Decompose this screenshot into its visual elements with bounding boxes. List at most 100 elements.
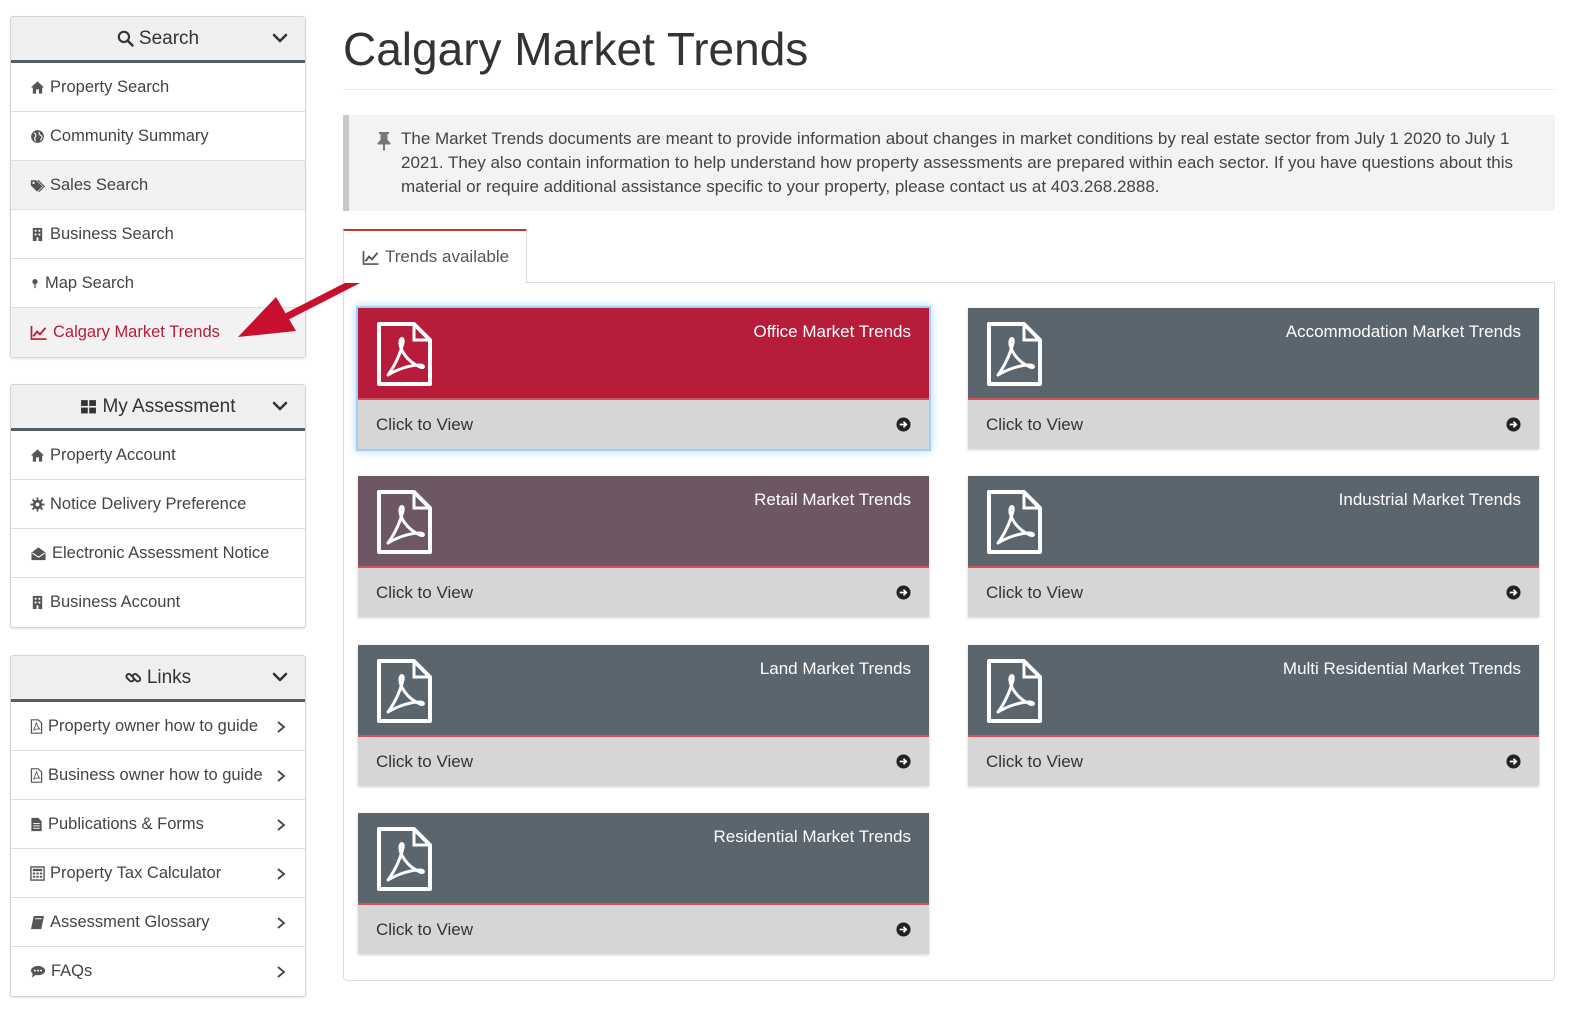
nav-electronic-assessment-notice[interactable]: Electronic Assessment Notice — [11, 529, 305, 578]
pdf-icon — [377, 322, 432, 386]
pdf-file-icon — [30, 767, 43, 783]
nav-property-account[interactable]: Property Account — [11, 431, 305, 480]
comments-icon — [30, 965, 46, 978]
search-panel-title: Search — [138, 27, 200, 49]
links-panel-title: Links — [146, 666, 192, 688]
nav-label: Property Search — [50, 77, 170, 96]
arrow-circle-right-icon — [896, 754, 911, 769]
arrow-circle-right-icon — [1506, 417, 1521, 432]
card-title: Residential Market Trends — [713, 827, 911, 846]
links-panel: Links Property owner how to guide Busine… — [10, 655, 306, 997]
arrow-circle-right-icon — [1506, 585, 1521, 600]
search-icon — [117, 30, 134, 47]
link-business-owner-guide[interactable]: Business owner how to guide — [11, 751, 305, 800]
card-accommodation-market-trends[interactable]: Accommodation Market Trends Click to Vie… — [968, 308, 1539, 449]
card-action-label: Click to View — [986, 582, 1083, 602]
nav-business-account[interactable]: Business Account — [11, 578, 305, 627]
link-assessment-glossary[interactable]: Assessment Glossary — [11, 898, 305, 947]
nav-property-search[interactable]: Property Search — [11, 63, 305, 112]
search-panel-header[interactable]: Search — [11, 17, 305, 63]
dashboard-icon — [81, 400, 97, 414]
card-title: Multi Residential Market Trends — [1282, 659, 1521, 678]
arrow-circle-right-icon — [1506, 754, 1521, 769]
pdf-icon — [377, 827, 432, 891]
link-icon — [125, 673, 141, 683]
nav-label: Property Account — [50, 445, 176, 464]
card-action-label: Click to View — [376, 414, 473, 434]
globe-icon — [31, 129, 44, 143]
card-title: Retail Market Trends — [754, 490, 911, 509]
link-property-tax-calculator[interactable]: Property Tax Calculator — [11, 849, 305, 898]
card-residential-market-trends[interactable]: Residential Market Trends Click to View — [358, 813, 929, 954]
arrow-circle-right-icon — [896, 922, 911, 937]
map-pin-icon — [32, 278, 38, 288]
arrow-circle-right-icon — [896, 585, 911, 600]
chevron-right-icon — [277, 721, 286, 733]
card-land-market-trends[interactable]: Land Market Trends Click to View — [358, 645, 929, 786]
assessment-panel-title: My Assessment — [102, 395, 236, 417]
nav-label: Notice Delivery Preference — [50, 494, 247, 513]
building-icon — [32, 227, 43, 241]
arrow-circle-right-icon — [896, 417, 911, 432]
card-header: Office Market Trends — [358, 308, 929, 400]
envelope-open-icon — [31, 546, 46, 560]
chevron-down-icon[interactable] — [271, 397, 289, 415]
tab-label: Trends available — [385, 247, 510, 266]
link-publications-forms[interactable]: Publications & Forms — [11, 800, 305, 849]
pdf-icon — [987, 322, 1042, 386]
card-industrial-market-trends[interactable]: Industrial Market Trends Click to View — [968, 476, 1539, 617]
nav-label: Property Tax Calculator — [50, 863, 222, 882]
nav-sales-search[interactable]: Sales Search — [11, 161, 305, 210]
card-header: Residential Market Trends — [358, 813, 929, 905]
line-chart-icon — [30, 325, 47, 340]
nav-label: Community Summary — [50, 126, 209, 145]
links-panel-header[interactable]: Links — [11, 656, 305, 702]
nav-label: Calgary Market Trends — [53, 323, 220, 341]
card-action-label: Click to View — [986, 414, 1083, 434]
card-header: Accommodation Market Trends — [968, 308, 1539, 400]
card-action-label: Click to View — [376, 582, 473, 602]
card-footer[interactable]: Click to View — [968, 737, 1539, 786]
link-faqs[interactable]: FAQs — [11, 947, 305, 996]
book-icon — [30, 915, 45, 929]
card-footer[interactable]: Click to View — [358, 737, 929, 786]
nav-label: Business owner how to guide — [48, 765, 263, 784]
link-property-owner-guide[interactable]: Property owner how to guide — [11, 702, 305, 751]
card-action-label: Click to View — [376, 919, 473, 939]
nav-map-search[interactable]: Map Search — [11, 259, 305, 308]
notice-text: The Market Trends documents are meant to… — [401, 129, 1513, 196]
card-footer[interactable]: Click to View — [968, 568, 1539, 617]
nav-label: Business Search — [50, 224, 174, 243]
card-footer[interactable]: Click to View — [358, 568, 929, 617]
chevron-right-icon — [277, 966, 286, 978]
chevron-right-icon — [277, 868, 286, 880]
nav-business-search[interactable]: Business Search — [11, 210, 305, 259]
pdf-icon — [377, 659, 432, 723]
info-notice: The Market Trends documents are meant to… — [343, 115, 1555, 211]
card-footer[interactable]: Click to View — [358, 400, 929, 449]
title-divider — [343, 89, 1555, 90]
assessment-panel-header[interactable]: My Assessment — [11, 385, 305, 431]
card-header: Industrial Market Trends — [968, 476, 1539, 568]
card-footer[interactable]: Click to View — [968, 400, 1539, 449]
card-action-label: Click to View — [376, 751, 473, 771]
nav-notice-delivery-preference[interactable]: Notice Delivery Preference — [11, 480, 305, 529]
card-footer[interactable]: Click to View — [358, 905, 929, 954]
pdf-icon — [377, 490, 432, 554]
chevron-down-icon[interactable] — [271, 29, 289, 47]
search-panel: Search Property Search Community Summary… — [10, 16, 306, 358]
tags-icon — [30, 179, 45, 192]
card-title: Industrial Market Trends — [1338, 490, 1521, 509]
card-retail-market-trends[interactable]: Retail Market Trends Click to View — [358, 476, 929, 617]
pdf-file-icon — [30, 718, 43, 734]
nav-calgary-market-trends[interactable]: Calgary Market Trends — [11, 308, 305, 357]
chevron-right-icon — [277, 917, 286, 929]
card-multi-residential-market-trends[interactable]: Multi Residential Market Trends Click to… — [968, 645, 1539, 786]
nav-community-summary[interactable]: Community Summary — [11, 112, 305, 161]
chevron-down-icon[interactable] — [271, 668, 289, 686]
calculator-icon — [30, 865, 45, 881]
tab-trends-available[interactable]: Trends available — [343, 229, 527, 283]
card-title: Accommodation Market Trends — [1285, 322, 1521, 341]
card-office-market-trends[interactable]: Office Market Trends Click to View — [358, 308, 929, 449]
nav-label: Map Search — [45, 273, 134, 292]
